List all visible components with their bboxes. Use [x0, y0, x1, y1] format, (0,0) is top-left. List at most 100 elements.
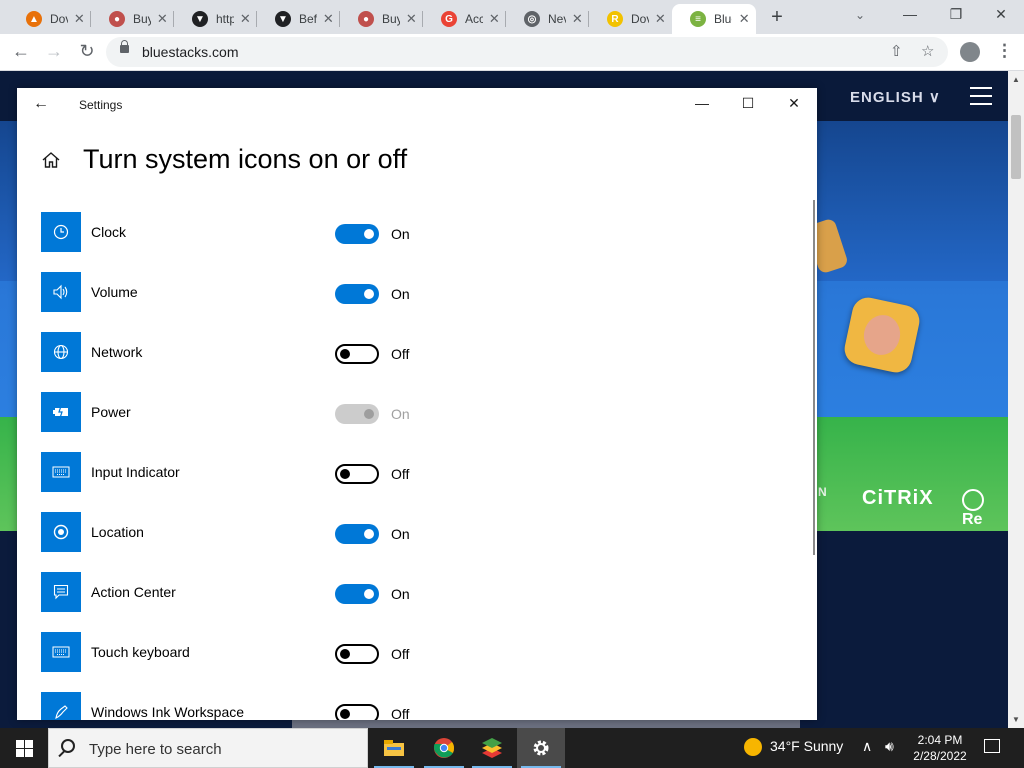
chrome-icon[interactable]	[420, 728, 468, 768]
tab-close-icon[interactable]: ✕	[74, 11, 85, 27]
download-site-icon: ▲	[26, 11, 42, 27]
maximize-button[interactable]: ☐	[725, 95, 771, 112]
settings-gear-icon[interactable]	[517, 728, 565, 768]
back-icon[interactable]: ←	[10, 41, 32, 62]
tab-close-icon[interactable]: ✕	[157, 11, 168, 27]
shield-icon: ▼	[192, 11, 208, 27]
globe-icon	[41, 332, 81, 372]
tab-title: Befc	[299, 12, 317, 26]
setting-row: Location On	[41, 512, 521, 552]
tab-close-icon[interactable]: ✕	[655, 11, 666, 27]
settings-scrollbar[interactable]	[813, 200, 815, 555]
toggle-state-text: On	[391, 406, 410, 422]
browser-toolbar: ← → ↻ bluestacks.com ⇧ ☆ ⋮	[0, 34, 1024, 71]
page-scrollbar[interactable]: ▲ ▼	[1008, 71, 1024, 728]
setting-row: Touch keyboard Off	[41, 632, 521, 672]
browser-tab-strip: ▲ Dov ✕ ● Buy ✕ ▼ http ✕ ▼ Befc ✕ ● Buy ✕ G Acc ✕ ◎ Nev ✕ R Do…	[0, 0, 1024, 34]
back-arrow-icon[interactable]: ←	[33, 95, 49, 113]
notifications-icon[interactable]	[984, 739, 1000, 753]
browser-menu-icon[interactable]: ⋮	[996, 41, 1013, 61]
bluestacks-icon[interactable]	[468, 728, 516, 768]
profile-avatar-icon[interactable]	[960, 42, 980, 62]
search-icon	[61, 739, 75, 753]
toggle-switch[interactable]	[335, 704, 379, 720]
show-hidden-icons-chevron-icon[interactable]: ∧	[862, 738, 872, 755]
browser-tab[interactable]: ▼ http ✕	[174, 4, 257, 34]
browser-tab[interactable]: ◎ Nev ✕	[506, 4, 589, 34]
tab-close-icon[interactable]: ✕	[572, 11, 583, 27]
weather-text: 34°F Sunny	[770, 738, 844, 754]
volume-tray-icon[interactable]: 🔊︎	[885, 738, 894, 755]
toggle-switch[interactable]	[335, 584, 379, 604]
url-text[interactable]: bluestacks.com	[142, 44, 238, 60]
forward-icon[interactable]: →	[43, 41, 65, 62]
browser-restore-button[interactable]: ❐	[942, 6, 970, 23]
setting-label: Windows Ink Workspace	[91, 704, 245, 720]
scroll-down-icon[interactable]: ▼	[1012, 715, 1020, 724]
toggle-switch[interactable]	[335, 224, 379, 244]
citrix-logo: CiTRiX	[862, 487, 934, 509]
taskbar-clock[interactable]: 2:04 PM 2/28/2022	[908, 732, 972, 764]
tab-title: Blue	[714, 12, 732, 26]
tab-title: Dov	[50, 12, 68, 26]
tab-close-icon[interactable]: ✕	[406, 11, 417, 27]
browser-tab[interactable]: G Acc ✕	[423, 4, 506, 34]
close-button[interactable]: ✕	[771, 95, 817, 112]
battery-icon	[41, 392, 81, 432]
browser-minimize-button[interactable]: —	[896, 6, 924, 22]
browser-tab[interactable]: ● Buy ✕	[91, 4, 174, 34]
lock-icon[interactable]	[120, 40, 129, 53]
shop-icon: ●	[109, 11, 125, 27]
scrollbar-thumb[interactable]	[1011, 115, 1021, 179]
search-placeholder[interactable]: Type here to search	[89, 741, 222, 758]
setting-row: Network Off	[41, 332, 521, 372]
reload-icon[interactable]: ↻	[76, 41, 98, 62]
home-icon[interactable]	[41, 150, 61, 170]
setting-label: Clock	[91, 224, 127, 240]
tab-close-icon[interactable]: ✕	[489, 11, 500, 27]
toggle-switch[interactable]	[335, 344, 379, 364]
toggle-switch[interactable]	[335, 464, 379, 484]
toggle-switch[interactable]	[335, 644, 379, 664]
start-button[interactable]	[0, 728, 48, 768]
toggle-switch[interactable]	[335, 284, 379, 304]
toggle-switch[interactable]	[335, 524, 379, 544]
new-tab-button[interactable]: +	[768, 6, 786, 29]
rockstar-icon: R	[607, 11, 623, 27]
tab-title: http	[216, 12, 234, 26]
minimize-button[interactable]: —	[679, 95, 725, 111]
tab-title: Nev	[548, 12, 566, 26]
setting-row: Volume On	[41, 272, 521, 312]
page-title: Turn system icons on or off	[83, 144, 408, 174]
setting-label: Power	[91, 404, 131, 420]
game-app-icon	[841, 294, 923, 376]
bookmark-star-icon[interactable]: ☆	[921, 42, 934, 60]
browser-tab[interactable]: ▲ Dov ✕	[8, 4, 91, 34]
bluestacks-icon: ≡	[690, 11, 706, 27]
setting-label: Touch keyboard	[91, 644, 190, 660]
toggle-state-text: Off	[391, 706, 410, 720]
tab-close-icon[interactable]: ✕	[323, 11, 334, 27]
browser-tab[interactable]: R Dov ✕	[589, 4, 672, 34]
browser-tab[interactable]: ● Buy ✕	[340, 4, 423, 34]
taskbar-search[interactable]: Type here to search	[48, 728, 368, 768]
browser-close-button[interactable]: ✕	[987, 6, 1015, 23]
hamburger-menu-icon[interactable]	[970, 87, 992, 105]
setting-row: Windows Ink Workspace Off	[41, 692, 521, 720]
toggle-state-text: Off	[391, 346, 410, 362]
weather-widget[interactable]: 34°F Sunny	[744, 738, 844, 757]
tab-close-icon[interactable]: ✕	[738, 11, 750, 27]
browser-tab[interactable]: ≡ Blue ✕	[672, 4, 756, 34]
share-icon[interactable]: ⇧	[890, 42, 903, 60]
scroll-up-icon[interactable]: ▲	[1012, 75, 1020, 84]
language-selector[interactable]: ENGLISH ∨	[850, 88, 941, 106]
setting-label: Action Center	[91, 584, 176, 600]
tab-search-icon[interactable]: ⌄	[855, 8, 865, 22]
keyboard-icon	[41, 452, 81, 492]
browser-tab[interactable]: ▼ Befc ✕	[257, 4, 340, 34]
language-label: ENGLISH	[850, 89, 924, 106]
address-bar[interactable]: bluestacks.com ⇧ ☆	[106, 37, 948, 67]
file-explorer-icon[interactable]	[370, 728, 418, 768]
toggle-state-text: Off	[391, 466, 410, 482]
tab-close-icon[interactable]: ✕	[240, 11, 251, 27]
